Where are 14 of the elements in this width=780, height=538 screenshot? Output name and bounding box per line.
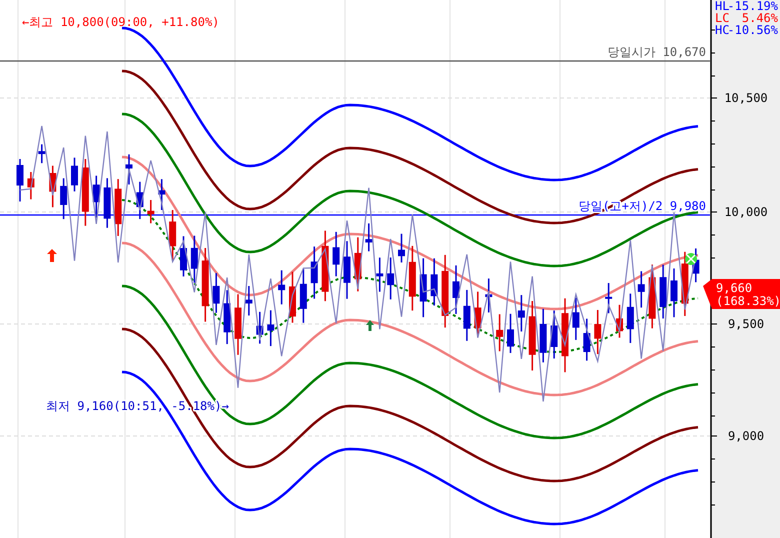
summary-label: HC	[715, 23, 730, 37]
summary-label: HL	[715, 0, 730, 13]
open-price-label: 당일시가 10,670	[607, 45, 706, 59]
high-price-label: ←최고 10,800(09:00, +11.80%)	[22, 15, 220, 29]
summary-value: -10.56%	[727, 23, 778, 37]
summary-label: LC	[715, 11, 730, 25]
axis-tick-label: 9,000	[728, 429, 764, 443]
price-change: (168.33%)	[716, 294, 780, 308]
axis-tick-label: 10,000	[724, 205, 768, 219]
summary-value: 5.46%	[742, 11, 778, 25]
axis-tick-label: 10,500	[724, 91, 768, 105]
current-price: 9,660	[716, 281, 752, 295]
axis-tick-label: 9,500	[728, 317, 764, 331]
summary-value: -15.19%	[727, 0, 778, 13]
